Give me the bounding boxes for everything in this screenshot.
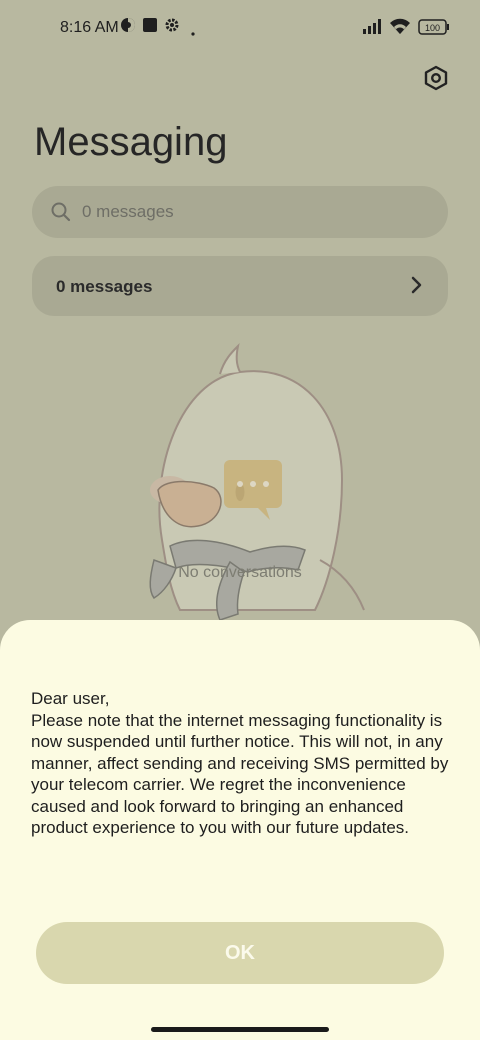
signal-icon <box>362 18 384 39</box>
duck-illustration <box>120 340 380 640</box>
vpn-icon <box>120 17 136 38</box>
hexagon-settings-icon <box>423 65 449 96</box>
search-placeholder: 0 messages <box>82 202 174 221</box>
messages-card-label: 0 messages <box>56 277 153 296</box>
notice-dialog: Dear user, Please note that the internet… <box>0 620 480 1040</box>
app-square-icon <box>142 17 158 38</box>
gesture-nav-bar[interactable] <box>151 1027 329 1032</box>
settings-button[interactable] <box>418 62 454 98</box>
notice-greeting: Dear user, <box>31 689 110 708</box>
settings-gear-icon <box>164 17 180 38</box>
battery-icon: 100 <box>418 19 450 40</box>
search-icon <box>50 201 72 228</box>
status-time: 8:16 AM <box>60 19 119 36</box>
wifi-icon <box>389 17 411 40</box>
notice-body: Please note that the internet messaging … <box>31 710 449 838</box>
messages-card[interactable]: 0 messages <box>32 256 448 316</box>
chevron-right-icon <box>410 274 424 301</box>
status-bar: 8:16 AM 100 <box>0 0 480 56</box>
search-input[interactable]: 0 messages <box>32 186 448 238</box>
dot-icon <box>190 24 196 42</box>
ok-button[interactable]: OK <box>36 922 444 984</box>
page-title: Messaging <box>34 120 228 164</box>
empty-state-label: No conversations <box>178 564 302 581</box>
notice-text: Dear user, Please note that the internet… <box>31 688 461 839</box>
battery-level: 100 <box>425 23 440 33</box>
